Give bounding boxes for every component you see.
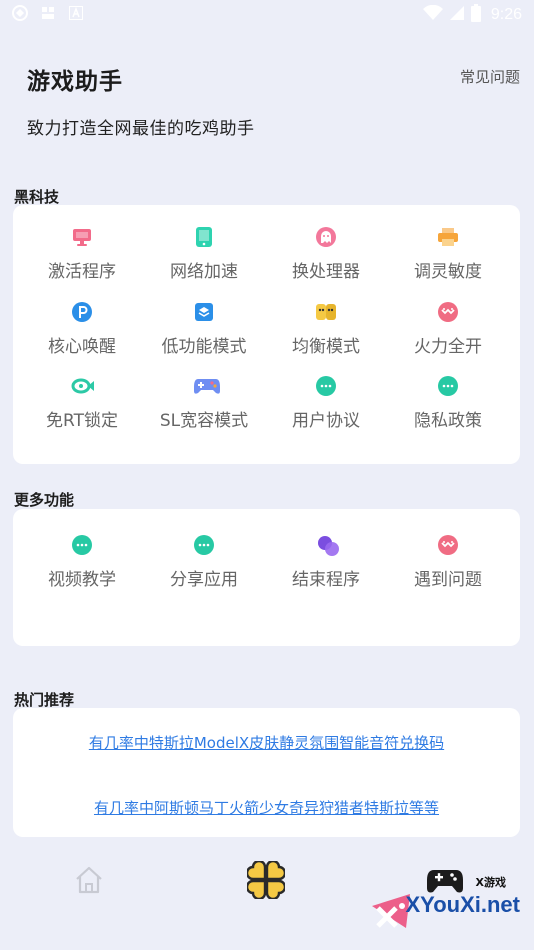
p-icon [71, 301, 93, 323]
black-tech-item-4[interactable]: 调灵敏度 [385, 226, 511, 282]
hot-card: 有几率中特斯拉ModelX皮肤静灵氛围智能音符兑换码 有几率中阿斯顿马丁火箭少女… [13, 708, 520, 837]
black-tech-item-label: 免RT锁定 [46, 411, 118, 431]
crab-icon [437, 534, 459, 556]
black-tech-item-label: 核心唤醒 [48, 337, 116, 357]
circles-icon [315, 534, 339, 556]
section-title-black-tech: 黑科技 [14, 188, 60, 206]
black-tech-item-label: 隐私政策 [414, 411, 482, 431]
clock: 9:26 [490, 6, 522, 23]
watermark-main-text: XYouXi.net [405, 892, 521, 917]
section-title-more-functions: 更多功能 [14, 491, 75, 509]
hot-link-2[interactable]: 有几率中阿斯顿马丁火箭少女奇异狩猎者特斯拉等等 [13, 797, 520, 818]
status-bar: 9:26 [0, 0, 534, 28]
chat-icon [315, 375, 337, 397]
wifi-icon [422, 4, 443, 25]
black-tech-item-5[interactable]: 核心唤醒 [19, 301, 145, 357]
more-functions-item-3[interactable]: 结束程序 [263, 534, 389, 590]
black-tech-item-12[interactable]: 隐私政策 [385, 375, 511, 431]
black-tech-item-label: 调灵敏度 [414, 262, 482, 282]
chat-icon [71, 534, 93, 556]
more-functions-item-label: 分享应用 [170, 570, 238, 590]
black-tech-item-10[interactable]: SL宽容模式 [141, 375, 267, 431]
black-tech-item-label: SL宽容模式 [159, 411, 249, 431]
signal-icon [449, 5, 465, 25]
more-functions-item-1[interactable]: 视频教学 [19, 534, 145, 590]
battery-icon [470, 4, 481, 26]
layers-icon [193, 301, 215, 323]
black-tech-card: 激活程序 网络加速 换处理器 调灵敏度核心唤醒 低功能模式 均衡模式 火力全开免RT锁定 SL… [13, 205, 520, 464]
black-tech-item-8[interactable]: 火力全开 [385, 301, 511, 357]
game-notification-icon [40, 5, 56, 21]
yellow-faces-icon [315, 301, 337, 323]
monitor-icon [71, 226, 93, 248]
chat-icon [193, 534, 215, 556]
watermark-small-text: X游戏 [475, 876, 506, 889]
black-tech-item-label: 网络加速 [170, 262, 238, 282]
black-tech-item-label: 换处理器 [292, 262, 360, 282]
watermark: X游戏 XYouXi.net [366, 870, 526, 940]
nav-home-button[interactable] [69, 860, 109, 900]
black-tech-item-11[interactable]: 用户协议 [263, 375, 389, 431]
black-tech-item-7[interactable]: 均衡模式 [263, 301, 389, 357]
fish-icon [71, 375, 94, 397]
faq-link[interactable]: 常见问题 [460, 66, 520, 87]
black-tech-item-label: 用户协议 [292, 411, 360, 431]
black-tech-item-1[interactable]: 激活程序 [19, 226, 145, 282]
hot-link-1[interactable]: 有几率中特斯拉ModelX皮肤静灵氛围智能音符兑换码 [13, 732, 520, 753]
tablet-icon [193, 226, 215, 248]
ghost-icon [315, 226, 337, 248]
home-icon [76, 866, 102, 894]
more-functions-item-label: 视频教学 [48, 570, 116, 590]
section-title-hot: 热门推荐 [14, 691, 75, 709]
chat-icon [437, 375, 459, 397]
black-tech-item-label: 火力全开 [414, 337, 482, 357]
black-tech-item-2[interactable]: 网络加速 [141, 226, 267, 282]
more-functions-item-4[interactable]: 遇到问题 [385, 534, 511, 590]
clover-icon [247, 861, 285, 899]
more-functions-item-2[interactable]: 分享应用 [141, 534, 267, 590]
page-title: 游戏助手 [27, 69, 123, 95]
more-functions-item-label: 遇到问题 [414, 570, 482, 590]
black-tech-item-3[interactable]: 换处理器 [263, 226, 389, 282]
black-tech-item-6[interactable]: 低功能模式 [141, 301, 267, 357]
page-subtitle: 致力打造全网最佳的吃鸡助手 [27, 119, 255, 139]
black-tech-item-label: 低功能模式 [161, 337, 247, 357]
crab-icon [437, 301, 459, 323]
a-notification-icon [68, 5, 84, 21]
printer-icon [437, 226, 459, 248]
black-tech-item-9[interactable]: 免RT锁定 [19, 375, 145, 431]
nav-tools-button[interactable] [246, 860, 286, 900]
black-tech-item-label: 激活程序 [48, 262, 116, 282]
more-functions-card: 视频教学 分享应用 结束程序 遇到问题 [13, 509, 520, 646]
more-functions-item-label: 结束程序 [292, 570, 360, 590]
black-tech-item-label: 均衡模式 [292, 337, 360, 357]
gamepad-icon [193, 375, 220, 397]
app-notification-icon [12, 5, 28, 21]
